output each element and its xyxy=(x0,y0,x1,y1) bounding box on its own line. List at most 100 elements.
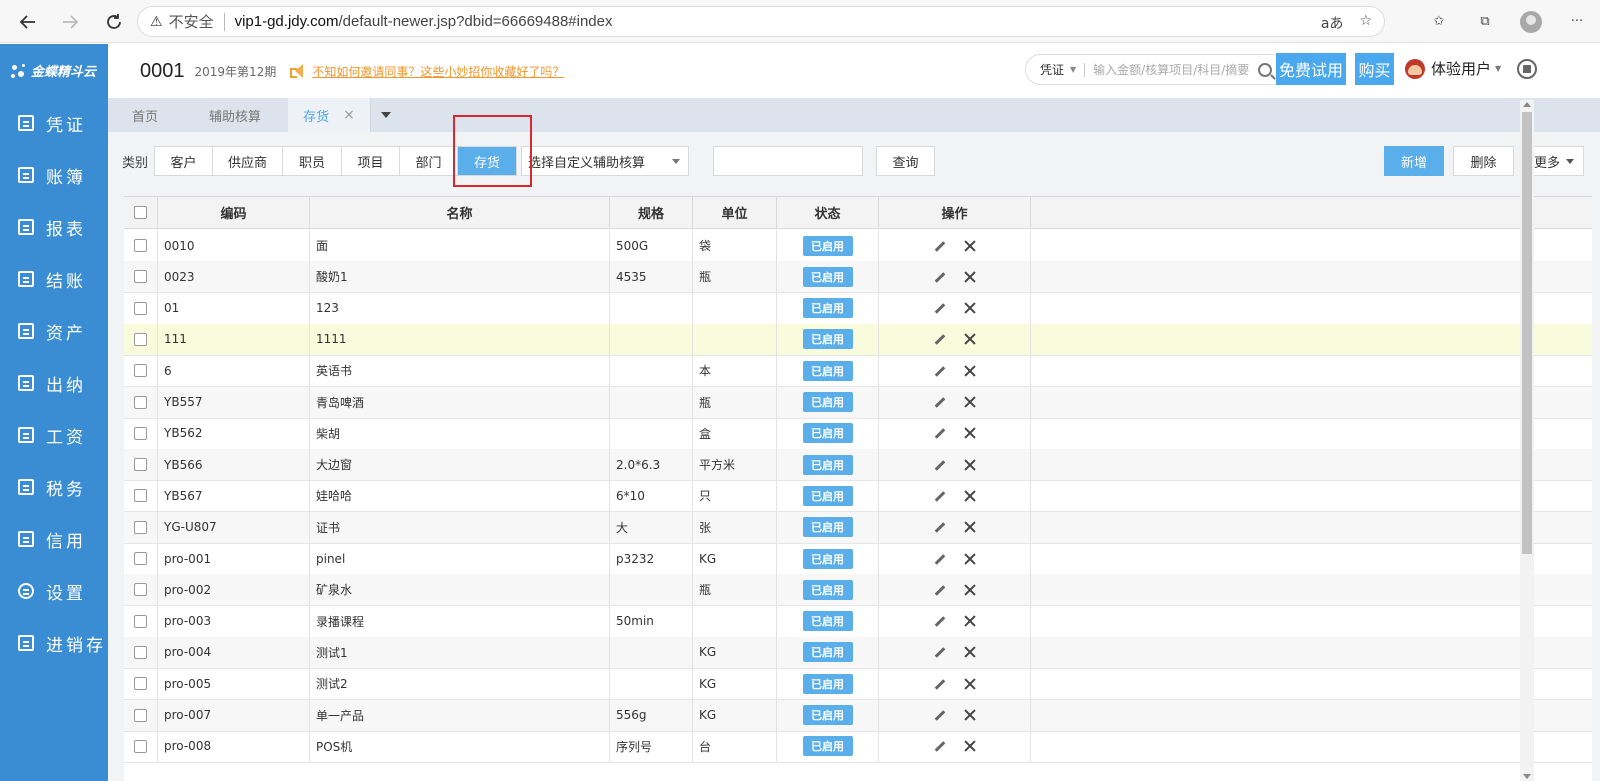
search-type-select[interactable]: 凭证 xyxy=(1040,61,1064,78)
edit-icon[interactable] xyxy=(933,301,947,315)
status-badge[interactable]: 已启用 xyxy=(802,736,853,757)
row-checkbox[interactable] xyxy=(134,239,147,252)
status-badge[interactable]: 已启用 xyxy=(802,454,853,475)
row-checkbox[interactable] xyxy=(134,583,147,597)
custom-aux-select[interactable]: 选择自定义辅助核算 xyxy=(521,146,689,176)
back-button[interactable] xyxy=(8,2,48,42)
scroll-down-icon[interactable] xyxy=(1523,774,1531,779)
delete-icon[interactable] xyxy=(963,614,977,628)
table-row[interactable]: pro-007 单一产品 556g KG 已启用 xyxy=(124,699,1592,732)
favorites-button[interactable]: ✩ xyxy=(1416,0,1462,43)
delete-icon[interactable] xyxy=(963,489,977,503)
status-badge[interactable]: 已启用 xyxy=(802,392,853,412)
edit-icon[interactable] xyxy=(933,708,947,722)
row-checkbox[interactable] xyxy=(134,552,147,565)
status-badge[interactable]: 已启用 xyxy=(802,517,853,538)
edit-icon[interactable] xyxy=(933,677,947,691)
refresh-button[interactable] xyxy=(94,2,134,42)
row-checkbox[interactable] xyxy=(134,677,147,691)
delete-icon[interactable] xyxy=(963,395,977,409)
tab-inventory[interactable]: 存货 × xyxy=(288,98,370,132)
sidebar-item-assets[interactable]: 资产 xyxy=(0,305,108,357)
global-search[interactable]: 凭证 ▼ 输入金额/核算项目/科目/摘要 xyxy=(1025,54,1287,85)
table-row[interactable]: pro-008 POS机 序列号台 已启用 xyxy=(124,730,1592,763)
edit-icon[interactable] xyxy=(933,426,947,440)
row-checkbox[interactable] xyxy=(134,520,147,534)
add-favorite-icon[interactable]: ☆ xyxy=(1359,13,1372,33)
profile-button[interactable] xyxy=(1508,0,1554,43)
table-row[interactable]: pro-002 矿泉水 瓶 已启用 xyxy=(124,574,1592,607)
read-aloud-icon[interactable]: aあ xyxy=(1321,13,1344,33)
sidebar-item-inventory[interactable]: 进销存 xyxy=(0,617,108,669)
tab-aux-accounting[interactable]: 辅助核算 xyxy=(182,98,288,132)
status-badge[interactable]: 已启用 xyxy=(802,423,853,444)
sidebar-item-closing[interactable]: 结账 xyxy=(0,253,108,305)
sidebar-item-credit[interactable]: 信用 xyxy=(0,513,108,565)
row-checkbox[interactable] xyxy=(134,708,147,722)
category-employee[interactable]: 职员 xyxy=(283,147,343,175)
edit-icon[interactable] xyxy=(933,520,947,534)
delete-icon[interactable] xyxy=(963,583,977,597)
address-bar[interactable]: ⚠ 不安全 vip1-gd.jdy.com/default-newer.jsp?… xyxy=(137,6,1385,37)
table-row[interactable]: 01 123 已启用 xyxy=(124,292,1592,325)
free-trial-button[interactable]: 免费试用 xyxy=(1276,53,1346,85)
delete-button[interactable]: 删除 xyxy=(1453,146,1514,176)
keyword-input[interactable] xyxy=(713,146,863,176)
delete-icon[interactable] xyxy=(963,458,977,472)
row-checkbox[interactable] xyxy=(134,270,147,284)
row-checkbox[interactable] xyxy=(134,395,147,409)
edit-icon[interactable] xyxy=(933,583,947,597)
row-checkbox[interactable] xyxy=(134,614,147,628)
category-project[interactable]: 项目 xyxy=(342,147,401,175)
search-icon[interactable] xyxy=(1258,62,1272,77)
vertical-scrollbar[interactable] xyxy=(1520,100,1534,781)
add-button[interactable]: 新增 xyxy=(1384,146,1444,176)
tab-home[interactable]: 首页 xyxy=(108,98,182,132)
status-badge[interactable]: 已启用 xyxy=(802,360,853,381)
search-input[interactable]: 输入金额/核算项目/科目/摘要 xyxy=(1093,61,1258,78)
notice-link[interactable]: 不知如何邀请同事？这些小妙招你收藏好了吗？ xyxy=(312,63,564,80)
scrollbar-thumb[interactable] xyxy=(1522,112,1532,554)
collections-button[interactable]: ⧉ xyxy=(1462,0,1508,43)
table-row[interactable]: YB562 柴胡 盒 已启用 xyxy=(124,417,1592,450)
row-checkbox[interactable] xyxy=(134,458,147,472)
category-supplier[interactable]: 供应商 xyxy=(213,147,284,175)
status-badge[interactable]: 已启用 xyxy=(802,266,853,287)
table-row[interactable]: 6 英语书 本 已启用 xyxy=(124,355,1592,388)
delete-icon[interactable] xyxy=(963,270,977,284)
delete-icon[interactable] xyxy=(963,520,977,534)
edit-icon[interactable] xyxy=(933,364,947,378)
table-row[interactable]: YB557 青岛啤酒 瓶 已启用 xyxy=(124,386,1592,419)
delete-icon[interactable] xyxy=(963,552,977,566)
buy-button[interactable]: 购买 xyxy=(1355,53,1394,85)
header-code[interactable]: 编码 xyxy=(158,197,310,228)
sidebar-item-report[interactable]: 报表 xyxy=(0,201,108,253)
header-name[interactable]: 名称 xyxy=(310,197,610,228)
delete-icon[interactable] xyxy=(963,239,977,253)
table-row[interactable]: 111 1111 已启用 xyxy=(124,323,1592,356)
sidebar-item-voucher[interactable]: 凭证 xyxy=(0,97,108,149)
edit-icon[interactable] xyxy=(933,458,947,472)
delete-icon[interactable] xyxy=(963,677,977,691)
table-row[interactable]: 0023 酸奶1 4535 瓶 已启用 xyxy=(124,261,1592,294)
sidebar-item-ledger[interactable]: 账簿 xyxy=(0,149,108,201)
table-row[interactable]: YB567 娃哈哈 6*10 只 已启用 xyxy=(124,480,1592,513)
delete-icon[interactable] xyxy=(963,708,977,722)
settings-menu-button[interactable]: ··· xyxy=(1554,0,1600,43)
edit-icon[interactable] xyxy=(933,332,947,346)
sidebar-item-tax[interactable]: 税务 xyxy=(0,461,108,513)
user-menu[interactable]: 体验用户 ▼ xyxy=(1405,58,1501,79)
status-badge[interactable]: 已启用 xyxy=(802,642,853,663)
row-checkbox[interactable] xyxy=(134,364,147,378)
delete-icon[interactable] xyxy=(963,645,977,659)
delete-icon[interactable] xyxy=(963,332,977,346)
row-checkbox[interactable] xyxy=(134,301,147,315)
delete-icon[interactable] xyxy=(963,739,977,753)
row-checkbox[interactable] xyxy=(134,739,147,753)
sidebar-item-cashier[interactable]: 出纳 xyxy=(0,357,108,409)
delete-icon[interactable] xyxy=(963,301,977,315)
category-department[interactable]: 部门 xyxy=(400,147,459,175)
table-row[interactable]: YB566 大边窗 2.0*6.3 平方米 已启用 xyxy=(124,449,1592,482)
status-badge[interactable]: 已启用 xyxy=(802,579,853,600)
edit-icon[interactable] xyxy=(933,489,947,503)
